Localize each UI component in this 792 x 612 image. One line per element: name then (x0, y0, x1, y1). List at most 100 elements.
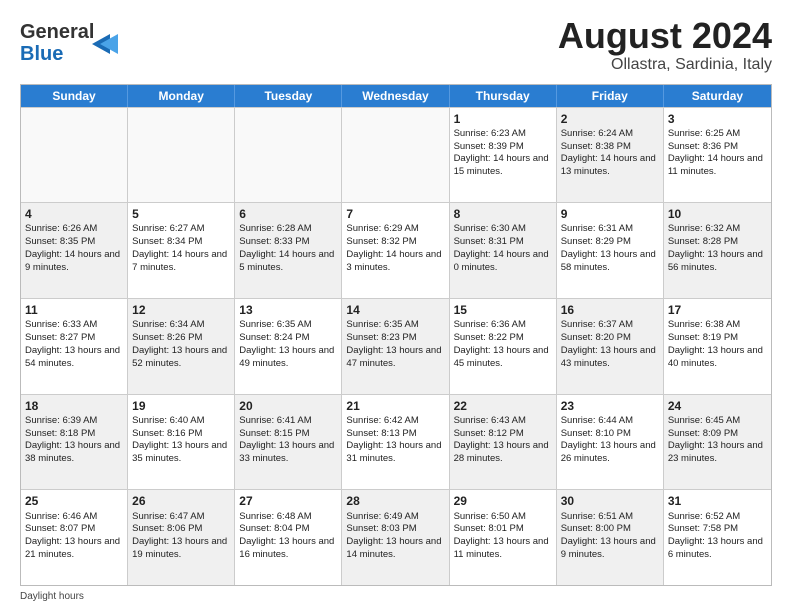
sunrise-text: Sunrise: 6:38 AM (668, 319, 767, 332)
sunset-text: Sunset: 8:22 PM (454, 332, 552, 345)
empty-cell (342, 108, 449, 203)
sunset-text: Sunset: 8:13 PM (346, 428, 444, 441)
daylight-text: Daylight: 14 hours and 7 minutes. (132, 249, 230, 275)
calendar-cell: 1Sunrise: 6:23 AMSunset: 8:39 PMDaylight… (450, 108, 557, 203)
day-number: 22 (454, 398, 552, 414)
calendar-cell: 11Sunrise: 6:33 AMSunset: 8:27 PMDayligh… (21, 299, 128, 394)
day-number: 3 (668, 111, 767, 127)
day-number: 26 (132, 493, 230, 509)
day-number: 24 (668, 398, 767, 414)
sunset-text: Sunset: 8:26 PM (132, 332, 230, 345)
weekday-header: Thursday (450, 85, 557, 107)
daylight-text: Daylight: 13 hours and 9 minutes. (561, 536, 659, 562)
daylight-text: Daylight: 14 hours and 13 minutes. (561, 153, 659, 179)
sunrise-text: Sunrise: 6:29 AM (346, 223, 444, 236)
sunset-text: Sunset: 8:03 PM (346, 523, 444, 536)
sunrise-text: Sunrise: 6:24 AM (561, 128, 659, 141)
calendar-week: 25 Sunrise: 6:46 AMSunset: 8:07 PM Dayligh… (21, 489, 771, 585)
sunset-text: Sunset: 8:24 PM (239, 332, 337, 345)
daylight-text: Daylight: 13 hours and 54 minutes. (25, 345, 123, 371)
sunset-text: Sunset: 8:10 PM (561, 428, 659, 441)
day-number: 14 (346, 302, 444, 318)
calendar-week: 11Sunrise: 6:33 AMSunset: 8:27 PMDayligh… (21, 298, 771, 394)
logo: General Blue (20, 16, 130, 71)
calendar-cell: 12Sunrise: 6:34 AMSunset: 8:26 PMDayligh… (128, 299, 235, 394)
sunrise-text: Sunrise: 6:31 AM (561, 223, 659, 236)
calendar-cell: 20Sunrise: 6:41 AMSunset: 8:15 PMDayligh… (235, 395, 342, 490)
day-number: 23 (561, 398, 659, 414)
day-number: 4 (25, 206, 123, 222)
weekday-header: Saturday (664, 85, 771, 107)
sunrise-text: Sunrise: 6:32 AM (668, 223, 767, 236)
empty-cell (235, 108, 342, 203)
day-number: 11 (25, 302, 123, 318)
sunset-text: Sunset: 8:27 PM (25, 332, 123, 345)
sunset-text: Sunset: 8:23 PM (346, 332, 444, 345)
daylight-text: Daylight: 13 hours and 19 minutes. (132, 536, 230, 562)
day-number: 13 (239, 302, 337, 318)
sunrise-text: Sunrise: 6:46 AM (25, 511, 123, 524)
daylight-text: Daylight: 13 hours and 11 minutes. (454, 536, 552, 562)
daylight-text: Daylight: 13 hours and 38 minutes. (25, 440, 123, 466)
empty-cell (21, 108, 128, 203)
calendar-cell: 10Sunrise: 6:32 AMSunset: 8:28 PMDayligh… (664, 203, 771, 298)
daylight-text: Daylight: 13 hours and 56 minutes. (668, 249, 767, 275)
calendar-title: August 2024 (558, 16, 772, 56)
daylight-text: Daylight: 14 hours and 15 minutes. (454, 153, 552, 179)
day-number: 7 (346, 206, 444, 222)
day-number: 16 (561, 302, 659, 318)
sunset-text: Sunset: 8:35 PM (25, 236, 123, 249)
calendar-cell: 5Sunrise: 6:27 AMSunset: 8:34 PMDaylight… (128, 203, 235, 298)
day-number: 20 (239, 398, 337, 414)
sunset-text: Sunset: 8:20 PM (561, 332, 659, 345)
calendar-week: 1Sunrise: 6:23 AMSunset: 8:39 PMDaylight… (21, 107, 771, 203)
calendar-cell: 16Sunrise: 6:37 AMSunset: 8:20 PMDayligh… (557, 299, 664, 394)
calendar: SundayMondayTuesdayWednesdayThursdayFrid… (20, 84, 772, 586)
day-number: 28 (346, 493, 444, 509)
calendar-cell: 23Sunrise: 6:44 AMSunset: 8:10 PMDayligh… (557, 395, 664, 490)
sunrise-text: Sunrise: 6:49 AM (346, 511, 444, 524)
weekday-header: Tuesday (235, 85, 342, 107)
daylight-text: Daylight: 13 hours and 49 minutes. (239, 345, 337, 371)
daylight-text: Daylight: 13 hours and 47 minutes. (346, 345, 444, 371)
day-number: 5 (132, 206, 230, 222)
calendar-cell: 14Sunrise: 6:35 AMSunset: 8:23 PMDayligh… (342, 299, 449, 394)
sunrise-text: Sunrise: 6:47 AM (132, 511, 230, 524)
svg-text:General: General (20, 21, 94, 43)
day-number: 25 (25, 493, 123, 509)
calendar-cell: 21Sunrise: 6:42 AMSunset: 8:13 PMDayligh… (342, 395, 449, 490)
sunrise-text: Sunrise: 6:25 AM (668, 128, 767, 141)
page: General Blue August 2024 Ollastra, Sardi… (0, 0, 792, 612)
sunset-text: Sunset: 8:18 PM (25, 428, 123, 441)
sunset-text: Sunset: 8:07 PM (25, 523, 123, 536)
sunrise-text: Sunrise: 6:50 AM (454, 511, 552, 524)
calendar-header: SundayMondayTuesdayWednesdayThursdayFrid… (21, 85, 771, 107)
day-number: 30 (561, 493, 659, 509)
sunrise-text: Sunrise: 6:41 AM (239, 415, 337, 428)
daylight-text: Daylight: 14 hours and 5 minutes. (239, 249, 337, 275)
footer: Daylight hours (20, 591, 772, 602)
daylight-text: Daylight: 13 hours and 33 minutes. (239, 440, 337, 466)
sunrise-text: Sunrise: 6:34 AM (132, 319, 230, 332)
daylight-text: Daylight: 13 hours and 52 minutes. (132, 345, 230, 371)
weekday-header: Monday (128, 85, 235, 107)
daylight-text: Daylight: 13 hours and 45 minutes. (454, 345, 552, 371)
sunrise-text: Sunrise: 6:36 AM (454, 319, 552, 332)
day-number: 6 (239, 206, 337, 222)
calendar-cell: 2Sunrise: 6:24 AMSunset: 8:38 PMDaylight… (557, 108, 664, 203)
sunrise-text: Sunrise: 6:30 AM (454, 223, 552, 236)
sunrise-text: Sunrise: 6:33 AM (25, 319, 123, 332)
sunrise-text: Sunrise: 6:26 AM (25, 223, 123, 236)
daylight-text: Daylight: 13 hours and 16 minutes. (239, 536, 337, 562)
sunset-text: Sunset: 8:32 PM (346, 236, 444, 249)
calendar-cell: 25Sunrise: 6:46 AMSunset: 8:07 PMDayligh… (21, 490, 128, 585)
daylight-text: Daylight: 14 hours and 9 minutes. (25, 249, 123, 275)
daylight-text: Daylight: 13 hours and 58 minutes. (561, 249, 659, 275)
day-number: 8 (454, 206, 552, 222)
daylight-text: Daylight: 13 hours and 43 minutes. (561, 345, 659, 371)
sunset-text: Sunset: 7:58 PM (668, 523, 767, 536)
daylight-text: Daylight: 13 hours and 40 minutes. (668, 345, 767, 371)
day-number: 27 (239, 493, 337, 509)
weekday-header: Wednesday (342, 85, 449, 107)
sunset-text: Sunset: 8:28 PM (668, 236, 767, 249)
